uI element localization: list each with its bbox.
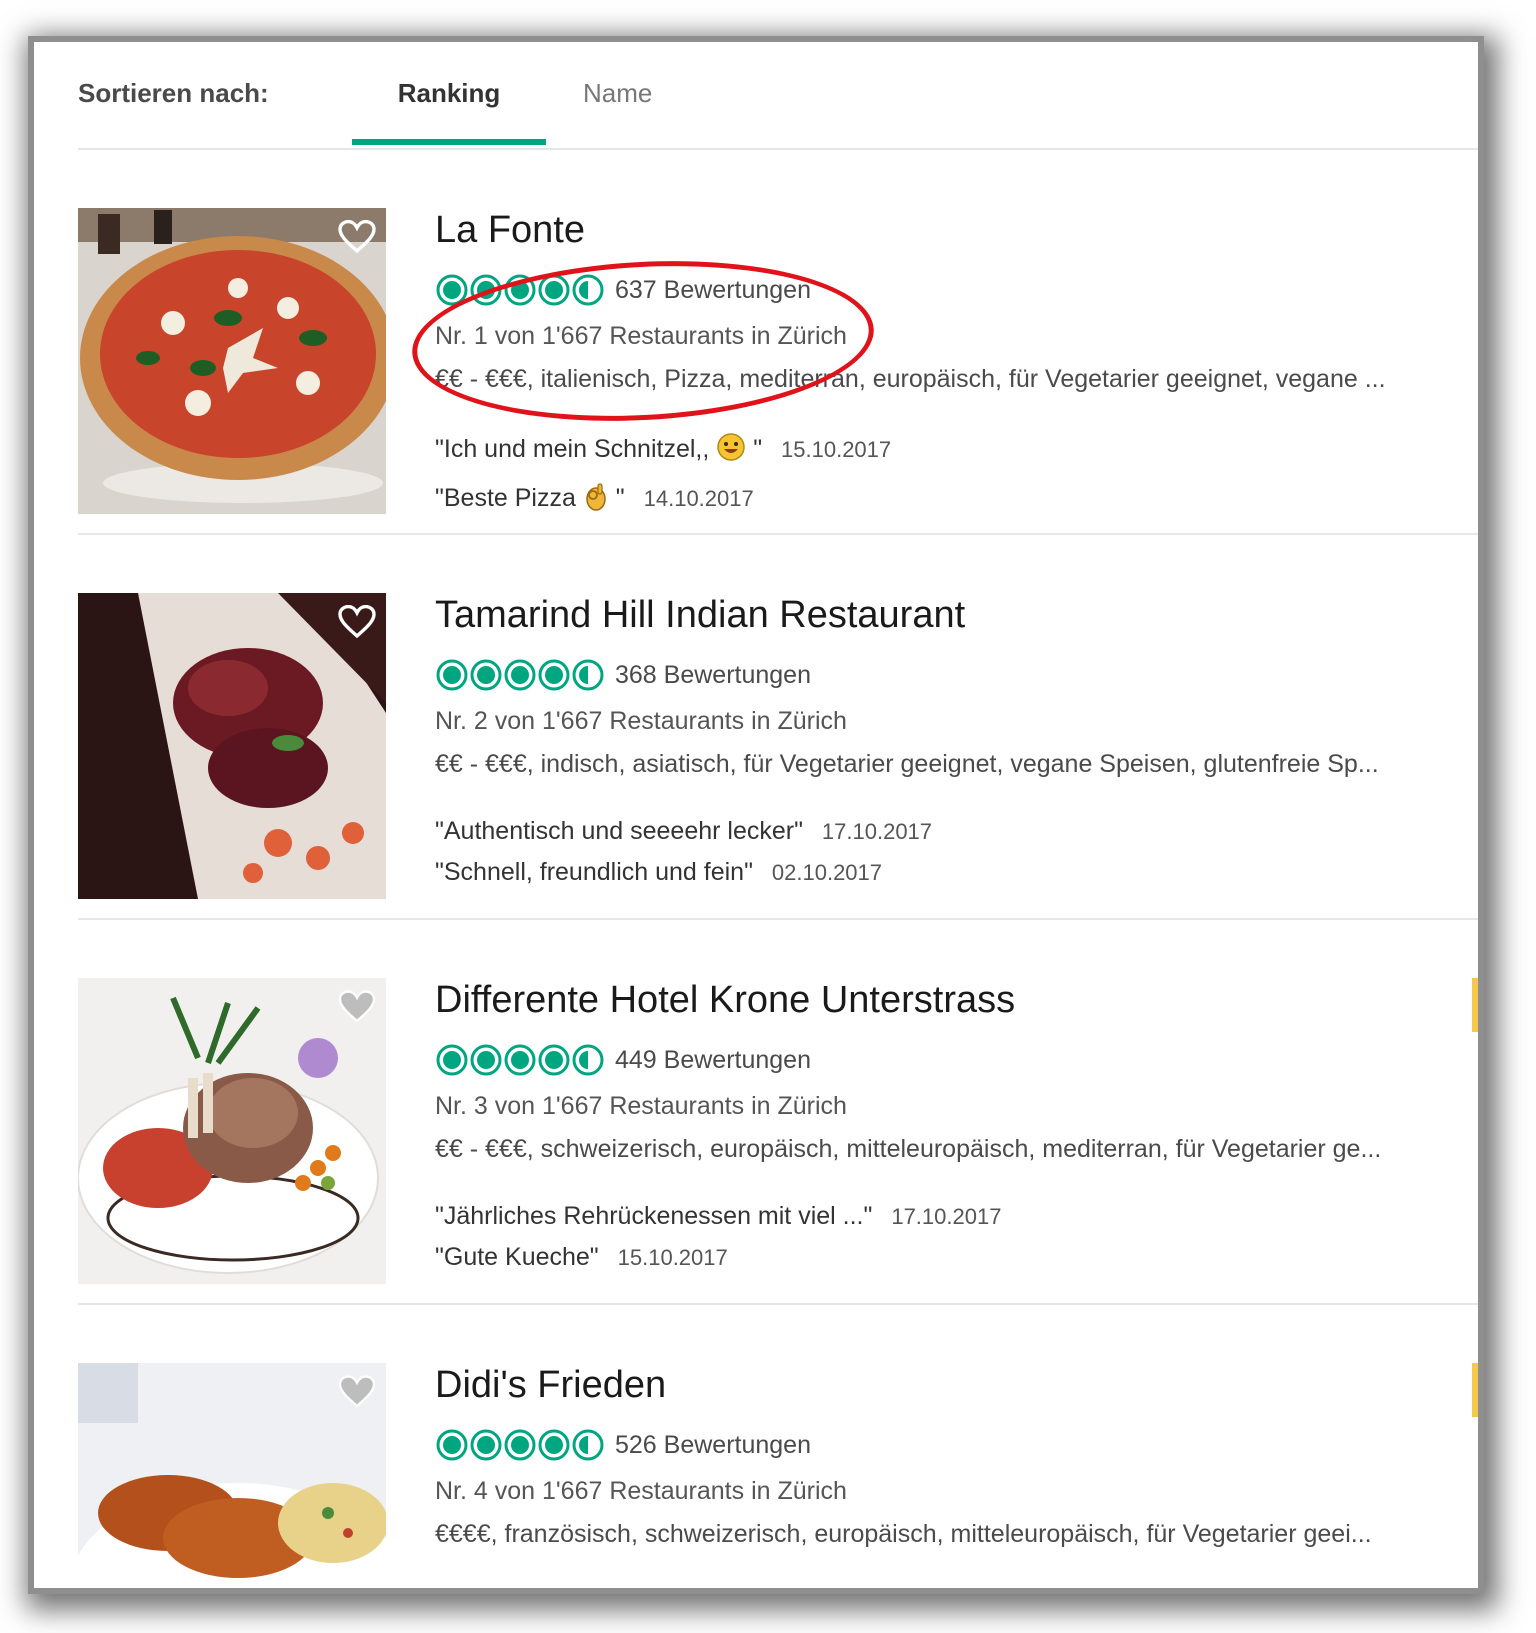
rating-bubbles-icon xyxy=(435,272,605,308)
review-quote-close: " xyxy=(753,435,763,464)
review-count[interactable]: 368 Bewertungen xyxy=(615,661,811,690)
review-count[interactable]: 637 Bewertungen xyxy=(615,276,811,305)
ranking-text: Nr. 3 von 1'667 Restaurants in Zürich xyxy=(435,1092,847,1120)
tab-name[interactable]: Name xyxy=(583,78,652,109)
review-quote-close: " xyxy=(615,484,625,513)
restaurant-card: Differente Hotel Krone Unterstrass 449 B… xyxy=(78,920,1478,1305)
restaurant-name[interactable]: Tamarind Hill Indian Restaurant xyxy=(435,593,1458,637)
rating-row: 526 Bewertungen xyxy=(435,1427,1458,1463)
review-quote[interactable]: "Jährliches Rehrückenessen mit viel ..." xyxy=(435,1202,872,1230)
rating-bubbles-icon xyxy=(435,1427,605,1463)
results-panel: Sortieren nach: Ranking Name La Fonte 63… xyxy=(34,42,1478,1588)
cuisine-list: €€ - €€€, italienisch, Pizza, mediterran… xyxy=(435,365,1386,393)
ranking-text: Nr. 1 von 1'667 Restaurants in Zürich xyxy=(435,322,847,350)
rating-row: 368 Bewertungen xyxy=(435,657,1458,693)
review-date: 15.10.2017 xyxy=(617,1245,728,1270)
review-quote[interactable]: "Authentisch und seeeehr lecker" xyxy=(435,817,803,845)
ranking-text: Nr. 2 von 1'667 Restaurants in Zürich xyxy=(435,707,847,735)
restaurant-card: La Fonte 637 Bewertungen Nr. 1 von 1'667… xyxy=(78,150,1478,535)
review-snippet: "Jährliches Rehrückenessen mit viel ..."… xyxy=(435,1202,1458,1231)
sort-label: Sortieren nach: xyxy=(78,78,269,108)
review-quote[interactable]: "Schnell, freundlich und fein" xyxy=(435,858,753,886)
restaurant-info: Tamarind Hill Indian Restaurant 368 Bewe… xyxy=(435,593,1458,899)
review-count[interactable]: 526 Bewertungen xyxy=(615,1431,811,1460)
restaurant-info: Didi's Frieden 526 Bewertungen Nr. 4 von… xyxy=(435,1363,1458,1549)
restaurant-info: La Fonte 637 Bewertungen Nr. 1 von 1'667… xyxy=(435,208,1458,530)
tab-ranking[interactable]: Ranking xyxy=(352,78,546,109)
restaurant-photo[interactable] xyxy=(78,593,386,899)
heart-icon[interactable] xyxy=(338,605,376,639)
restaurant-info: Differente Hotel Krone Unterstrass 449 B… xyxy=(435,978,1458,1284)
heart-icon[interactable] xyxy=(338,220,376,254)
heart-icon[interactable] xyxy=(338,990,376,1024)
active-tab-indicator xyxy=(352,139,546,145)
review-quote[interactable]: "Gute Kueche" xyxy=(435,1243,599,1271)
yellow-marker xyxy=(1472,1363,1478,1417)
review-snippet: "Gute Kueche" 15.10.2017 xyxy=(435,1243,1458,1272)
cuisine-list: €€ - €€€, indisch, asiatisch, für Vegeta… xyxy=(435,750,1379,778)
review-date: 02.10.2017 xyxy=(771,860,883,885)
heart-icon[interactable] xyxy=(338,1375,376,1409)
restaurant-name[interactable]: La Fonte xyxy=(435,208,1458,252)
review-snippets: "Ich und mein Schnitzel,, " 15.10.2017 "… xyxy=(435,432,1458,518)
review-date: 14.10.2017 xyxy=(643,486,754,512)
restaurant-name[interactable]: Differente Hotel Krone Unterstrass xyxy=(435,978,1458,1022)
ok-hand-icon xyxy=(583,481,609,518)
review-snippet: "Ich und mein Schnitzel,, " 15.10.2017 xyxy=(435,432,1458,469)
cuisine-list: €€ - €€€, schweizerisch, europäisch, mit… xyxy=(435,1135,1382,1163)
review-snippets: "Authentisch und seeeehr lecker" 17.10.2… xyxy=(435,817,1458,887)
review-date: 17.10.2017 xyxy=(821,819,933,844)
rating-row: 637 Bewertungen xyxy=(435,272,1458,308)
review-count[interactable]: 449 Bewertungen xyxy=(615,1046,811,1075)
rating-row: 449 Bewertungen xyxy=(435,1042,1458,1078)
ranking-text: Nr. 4 von 1'667 Restaurants in Zürich xyxy=(435,1477,847,1505)
rating-bubbles-icon xyxy=(435,657,605,693)
yellow-marker xyxy=(1472,978,1478,1032)
review-quote[interactable]: "Beste Pizza xyxy=(435,484,576,512)
restaurant-name[interactable]: Didi's Frieden xyxy=(435,1363,1458,1407)
rating-bubbles-icon xyxy=(435,1042,605,1078)
restaurant-card: Tamarind Hill Indian Restaurant 368 Bewe… xyxy=(78,535,1478,920)
review-snippet: "Beste Pizza " 14.10.2017 xyxy=(435,481,1458,518)
review-date: 17.10.2017 xyxy=(891,1204,1002,1229)
review-snippet: "Schnell, freundlich und fein" 02.10.201… xyxy=(435,858,1458,887)
restaurant-photo[interactable] xyxy=(78,978,386,1284)
restaurant-card: Didi's Frieden 526 Bewertungen Nr. 4 von… xyxy=(78,1305,1478,1588)
review-snippets: "Jährliches Rehrückenessen mit viel ..."… xyxy=(435,1202,1458,1272)
cuisine-list: €€€€, französisch, schweizerisch, europä… xyxy=(435,1520,1372,1548)
review-date: 15.10.2017 xyxy=(781,437,892,463)
restaurant-photo[interactable] xyxy=(78,1363,386,1588)
review-quote[interactable]: "Ich und mein Schnitzel,, xyxy=(435,435,709,463)
grinning-face-icon xyxy=(716,432,746,469)
restaurant-photo[interactable] xyxy=(78,208,386,514)
sort-bar: Sortieren nach: Ranking Name xyxy=(78,42,1478,148)
review-snippet: "Authentisch und seeeehr lecker" 17.10.2… xyxy=(435,817,1458,846)
